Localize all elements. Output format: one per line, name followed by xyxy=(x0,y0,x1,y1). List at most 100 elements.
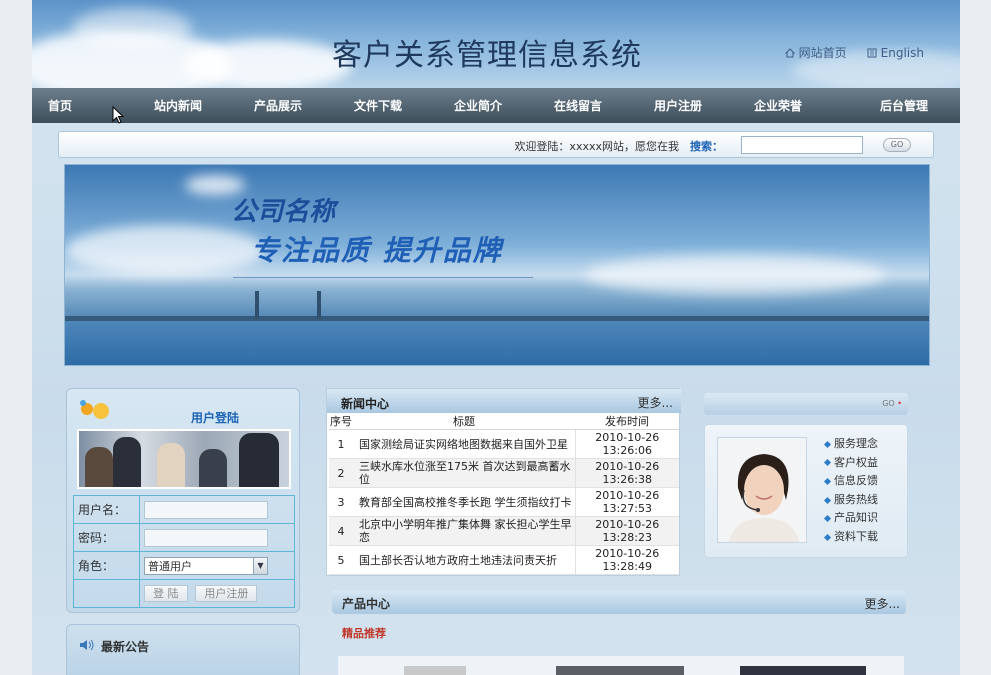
bullet-icon xyxy=(823,440,832,448)
service-item-label: 产品知识 xyxy=(834,511,878,525)
service-item-label: 服务热线 xyxy=(834,492,878,506)
nav-item-guestbook[interactable]: 在线留言 xyxy=(528,97,628,114)
bridge-deck xyxy=(65,316,929,321)
banner-sea xyxy=(65,321,929,365)
service-item[interactable]: 资料下载 xyxy=(823,528,878,547)
products-more-link[interactable]: 更多... xyxy=(865,595,900,612)
news-title-link[interactable]: 国土部长否认地方政府土地违法问责天折 xyxy=(353,545,575,575)
username-input[interactable] xyxy=(144,500,268,519)
nav-item-admin[interactable]: 后台管理 xyxy=(828,97,960,114)
featured-title: 精品推荐 xyxy=(342,627,386,640)
register-button[interactable]: 用户注册 xyxy=(195,585,258,602)
service-item[interactable]: 客户权益 xyxy=(823,454,878,473)
service-item-label: 客户权益 xyxy=(834,455,878,469)
role-select[interactable]: 普通用户 ▼ xyxy=(144,556,268,575)
photo-person xyxy=(199,449,227,487)
welcome-text: 欢迎登陆：xxxxx网站，愿您在我 xyxy=(514,140,679,153)
bridge-tower xyxy=(317,291,321,319)
news-clock: 13:26:06 xyxy=(602,444,652,457)
login-button[interactable]: 登 陆 xyxy=(144,585,188,602)
products-header: 产品中心 更多... xyxy=(332,590,906,614)
page: 客户关系管理信息系统 网站首页 English 首页 站内新闻 产品展示 文件下… xyxy=(32,0,960,675)
nav-item-products[interactable]: 产品展示 xyxy=(228,97,328,114)
column-header: 发布时间 xyxy=(575,413,679,430)
news-panel: 新闻中心 更多... 序号 标题 发布时间 1 国家测绘局证实网络地图数据来自国… xyxy=(326,388,681,576)
news-time: 2010-10-26 13:28:23 xyxy=(574,516,679,546)
news-more-link[interactable]: 更多... xyxy=(638,394,673,411)
nav-item-about[interactable]: 企业简介 xyxy=(428,97,528,114)
column-header: 序号 xyxy=(329,413,353,430)
language-icon xyxy=(867,48,877,57)
news-table: 序号 标题 发布时间 1 国家测绘局证实网络地图数据来自国外卫星 2010-10… xyxy=(329,413,679,575)
nav-item-news[interactable]: 站内新闻 xyxy=(128,97,228,114)
service-list: 服务理念 客户权益 信息反馈 服务热线 产品知识 资料下载 xyxy=(823,435,878,547)
role-label: 角色： xyxy=(73,551,140,580)
service-item[interactable]: 服务热线 xyxy=(823,491,878,510)
news-title-link[interactable]: 国家测绘局证实网络地图数据来自国外卫星 xyxy=(353,429,575,459)
news-header: 新闻中心 更多... xyxy=(327,389,681,413)
news-num: 1 xyxy=(329,429,353,459)
news-date: 2010-10-26 xyxy=(595,489,660,502)
banner-slogan: 专注品质 提升品牌 xyxy=(251,234,503,267)
news-title-link[interactable]: 三峡水库水位涨至175米 首次达到最高蓄水位 xyxy=(353,458,575,488)
bullet-icon xyxy=(823,533,832,541)
news-num: 5 xyxy=(329,545,353,575)
table-row: 1 国家测绘局证实网络地图数据来自国外卫星 2010-10-26 13:26:06 xyxy=(329,429,679,459)
photo-person xyxy=(239,433,279,487)
speaker-icon xyxy=(80,639,94,651)
right-go-button[interactable]: GO • xyxy=(882,399,902,408)
nav-item-register[interactable]: 用户注册 xyxy=(628,97,728,114)
product-thumbnail[interactable] xyxy=(404,666,466,675)
product-thumbnail[interactable] xyxy=(740,666,866,675)
login-form: 用户名： 密码： 角色： 普通用户 ▼ 登 陆 用户注册 xyxy=(73,495,295,608)
news-clock: 13:28:49 xyxy=(602,560,652,573)
service-item[interactable]: 信息反馈 xyxy=(823,472,878,491)
table-row: 2 三峡水库水位涨至175米 首次达到最高蓄水位 2010-10-26 13:26… xyxy=(329,458,679,488)
service-item[interactable]: 服务理念 xyxy=(823,435,878,454)
news-time: 2010-10-26 13:26:38 xyxy=(574,458,679,488)
news-title-link[interactable]: 教育部全国高校推冬季长跑 学生须指纹打卡 xyxy=(353,487,575,517)
news-clock: 13:27:53 xyxy=(602,502,652,515)
bullet-icon xyxy=(823,496,832,504)
search-go-button[interactable]: GO xyxy=(883,138,911,152)
bullet-icon xyxy=(823,515,832,523)
news-time: 2010-10-26 13:27:53 xyxy=(574,487,679,517)
password-label: 密码： xyxy=(73,523,140,552)
password-input[interactable] xyxy=(144,528,268,547)
banner: 公司名称 专注品质 提升品牌 xyxy=(64,164,930,366)
agent-avatar xyxy=(718,438,806,542)
column-header: 标题 xyxy=(353,413,575,430)
home-link[interactable]: 网站首页 xyxy=(784,44,847,61)
right-go-marker: • xyxy=(894,399,902,408)
photo-person xyxy=(157,443,185,487)
bridge-tower xyxy=(255,291,259,319)
service-item[interactable]: 产品知识 xyxy=(823,509,878,528)
notice-title: 最新公告 xyxy=(101,640,150,654)
search-input[interactable] xyxy=(741,136,863,154)
service-item-label: 服务理念 xyxy=(834,437,878,450)
service-item-label: 资料下载 xyxy=(834,529,878,543)
product-thumbnail[interactable] xyxy=(556,666,684,675)
search-bar: 欢迎登陆：xxxxx网站，愿您在我 搜索： GO xyxy=(58,131,934,158)
home-icon xyxy=(784,47,795,57)
chevron-down-icon[interactable]: ▼ xyxy=(253,557,267,574)
right-go-label: GO xyxy=(882,399,895,408)
news-num: 3 xyxy=(329,487,353,517)
home-link-label: 网站首页 xyxy=(798,46,847,60)
news-title-link[interactable]: 北京中小学明年推广集体舞 家长担心学生早恋 xyxy=(353,516,575,546)
banner-cloud xyxy=(585,255,885,295)
news-date: 2010-10-26 xyxy=(595,518,660,531)
top-links: 网站首页 English xyxy=(784,44,924,61)
photo-person xyxy=(85,447,113,487)
news-date: 2010-10-26 xyxy=(595,460,660,473)
english-link[interactable]: English xyxy=(867,44,924,61)
search-label: 搜索： xyxy=(690,140,723,153)
main-nav: 首页 站内新闻 产品展示 文件下载 企业简介 在线留言 用户注册 企业荣誉 后台… xyxy=(32,88,960,123)
news-date: 2010-10-26 xyxy=(595,547,660,560)
nav-item-downloads[interactable]: 文件下载 xyxy=(328,97,428,114)
service-agent-photo xyxy=(717,437,807,543)
banner-cloud xyxy=(65,225,265,275)
english-link-label: English xyxy=(880,45,924,60)
nav-item-honors[interactable]: 企业荣誉 xyxy=(728,97,828,114)
news-num: 4 xyxy=(329,516,353,546)
